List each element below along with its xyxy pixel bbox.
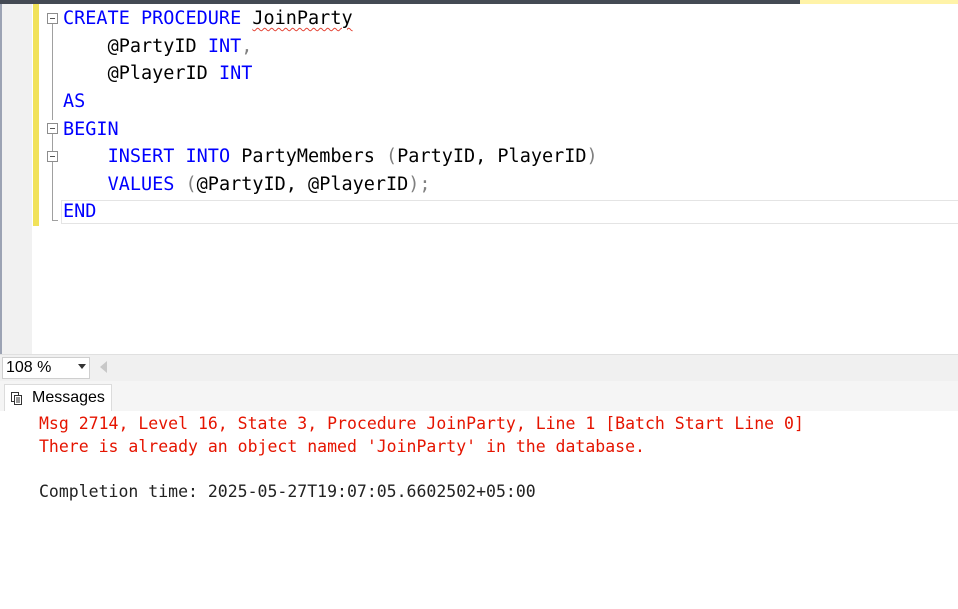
- line-gutter: [2, 4, 32, 354]
- fold-guide: [52, 24, 53, 120]
- keyword: CREATE PROCEDURE: [63, 8, 242, 29]
- query-editor[interactable]: CREATE PROCEDURE JoinParty @PartyID INT,…: [0, 4, 958, 354]
- code-line-6[interactable]: INSERT INTO PartyMembers (PartyID, Playe…: [63, 143, 598, 170]
- keyword: INT: [218, 63, 253, 84]
- error-message-header: Msg 2714, Level 16, State 3, Procedure J…: [39, 414, 804, 433]
- keyword: VALUES: [107, 174, 175, 195]
- outline-gutter: [39, 4, 61, 354]
- completion-time: Completion time: 2025-05-27T19:07:05.660…: [39, 482, 536, 501]
- keyword: INT: [207, 36, 242, 57]
- value-list: @PartyID, @PlayerID: [196, 174, 409, 195]
- punctuation: (: [185, 174, 197, 195]
- punctuation: ,: [241, 36, 253, 57]
- editor-status-bar: 108 %: [0, 354, 958, 381]
- collapse-procedure-icon[interactable]: [47, 13, 58, 24]
- code-line-3[interactable]: @PlayerID INT: [63, 60, 253, 87]
- keyword: AS: [63, 91, 86, 112]
- collapse-begin-icon[interactable]: [47, 123, 58, 134]
- error-message-text: There is already an object named 'JoinPa…: [39, 437, 645, 456]
- code-line-1[interactable]: CREATE PROCEDURE JoinParty: [63, 5, 353, 32]
- collapse-insert-icon[interactable]: [47, 151, 58, 162]
- zoom-level: 108 %: [6, 359, 52, 376]
- messages-icon: [11, 392, 22, 405]
- procedure-name: JoinParty: [252, 8, 353, 29]
- keyword: INSERT INTO: [107, 146, 231, 167]
- code-line-2[interactable]: @PartyID INT,: [63, 33, 253, 60]
- column-list: PartyID, PlayerID: [397, 146, 587, 167]
- punctuation: (: [386, 146, 398, 167]
- keyword: BEGIN: [63, 119, 119, 140]
- fold-guide: [52, 134, 53, 220]
- parameter: @PartyID: [107, 36, 197, 57]
- zoom-dropdown[interactable]: 108 %: [2, 357, 90, 379]
- messages-pane[interactable]: Msg 2714, Level 16, State 3, Procedure J…: [0, 411, 958, 609]
- chevron-down-icon[interactable]: [78, 364, 86, 369]
- punctuation: );: [408, 174, 431, 195]
- tab-messages[interactable]: Messages: [4, 384, 112, 411]
- results-tab-strip: Messages: [0, 381, 958, 411]
- fold-end-marker: [52, 220, 58, 221]
- code-line-5[interactable]: BEGIN: [63, 116, 119, 143]
- current-line-highlight: [61, 200, 958, 224]
- code-line-7[interactable]: VALUES (@PartyID, @PlayerID);: [63, 171, 431, 198]
- table-name: PartyMembers: [241, 146, 375, 167]
- code-line-8[interactable]: END: [63, 198, 96, 225]
- tab-messages-label: Messages: [32, 389, 105, 406]
- punctuation: ): [586, 146, 598, 167]
- scroll-left-arrow-icon[interactable]: [100, 361, 107, 373]
- keyword: END: [63, 201, 97, 222]
- parameter: @PlayerID: [107, 63, 208, 84]
- code-line-4[interactable]: AS: [63, 88, 85, 115]
